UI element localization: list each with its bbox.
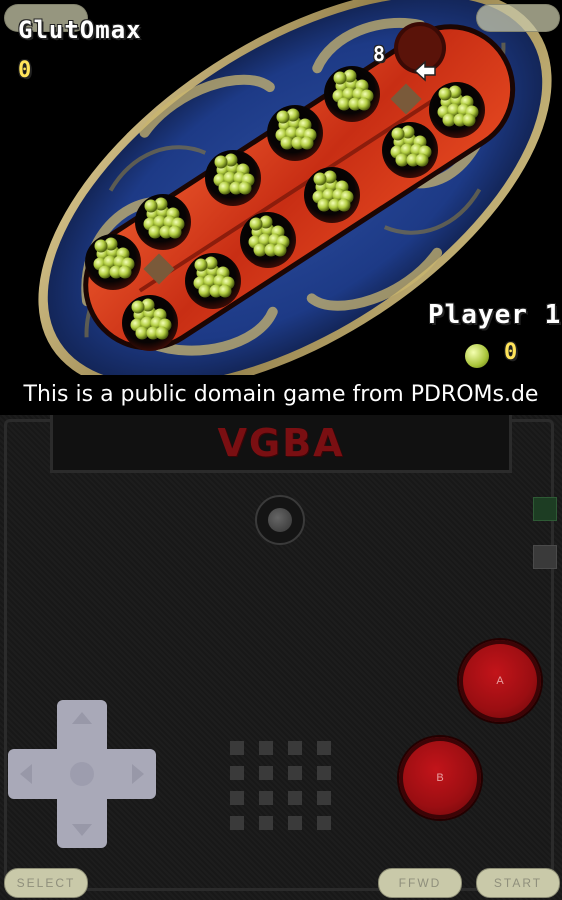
a-button[interactable]: A	[459, 640, 541, 722]
speaker-hole	[230, 741, 244, 755]
side-indicator-grey[interactable]	[533, 545, 557, 569]
virtual-controller: VGBA A B SELECT FFWD START	[0, 415, 562, 900]
speaker-hole	[317, 791, 331, 805]
seed	[94, 239, 108, 253]
seed	[273, 243, 287, 257]
dpad-down-icon[interactable]	[72, 824, 92, 836]
dpad-right-icon[interactable]	[132, 764, 144, 784]
seed-icon	[465, 344, 489, 368]
a-button-label: A	[496, 675, 504, 687]
seed	[391, 127, 405, 141]
dpad-left-icon[interactable]	[20, 764, 32, 784]
speaker-hole	[288, 791, 302, 805]
speaker-hole	[230, 791, 244, 805]
analog-stick[interactable]	[255, 495, 305, 545]
opponent-score: 0	[18, 58, 33, 83]
dpad-up-icon[interactable]	[72, 712, 92, 724]
seed	[313, 172, 327, 186]
seed	[218, 284, 232, 298]
seed	[238, 181, 252, 195]
speaker-hole	[317, 816, 331, 830]
speaker-hole	[230, 766, 244, 780]
seed	[118, 265, 132, 279]
logo-notch: VGBA	[50, 415, 512, 473]
b-button[interactable]: B	[399, 737, 481, 819]
speaker-hole	[317, 741, 331, 755]
vgba-logo: VGBA	[217, 421, 345, 465]
seed	[300, 136, 314, 150]
speaker-hole	[259, 766, 273, 780]
ffwd-button[interactable]: FFWD	[378, 868, 462, 898]
speaker-hole	[259, 816, 273, 830]
start-button[interactable]: START	[476, 868, 560, 898]
seed	[131, 300, 145, 314]
seed	[194, 258, 208, 272]
player-score: 0	[504, 340, 519, 365]
speaker-hole	[259, 791, 273, 805]
seed	[333, 71, 347, 85]
select-button[interactable]: SELECT	[4, 868, 88, 898]
b-button-label: B	[436, 772, 444, 784]
seed	[214, 155, 228, 169]
speaker-hole	[288, 741, 302, 755]
hand-cursor-icon	[413, 60, 436, 82]
speaker-grille	[230, 741, 334, 833]
speaker-hole	[288, 816, 302, 830]
speaker-hole	[259, 741, 273, 755]
dpad-center	[70, 762, 94, 786]
seed	[144, 199, 158, 213]
player-name: Player 1	[428, 300, 562, 330]
stones-count: 8	[373, 42, 387, 66]
speaker-hole	[288, 766, 302, 780]
seed	[415, 153, 429, 167]
dpad[interactable]	[8, 700, 156, 848]
seed	[337, 198, 351, 212]
seed	[357, 97, 371, 111]
pdroms-banner: This is a public domain game from PDROMs…	[0, 375, 562, 415]
seed	[155, 326, 169, 340]
opponent-name: GlutOmax	[18, 16, 142, 44]
seed	[249, 217, 263, 231]
seed	[168, 225, 182, 239]
game-screen[interactable]: GlutOmax 0 8 Player 1 0	[0, 0, 562, 375]
seed	[438, 87, 452, 101]
menu-button-right[interactable]	[476, 4, 560, 32]
speaker-hole	[317, 766, 331, 780]
analog-knob[interactable]	[268, 508, 292, 532]
seed	[276, 110, 290, 124]
seed	[462, 113, 476, 127]
speaker-hole	[230, 816, 244, 830]
side-indicator-green[interactable]	[533, 497, 557, 521]
